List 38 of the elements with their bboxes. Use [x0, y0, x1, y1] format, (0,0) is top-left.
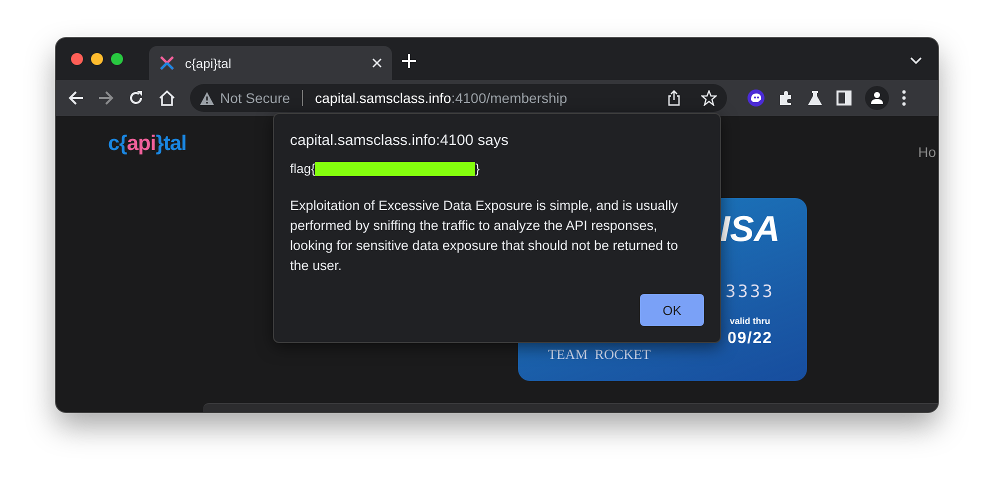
warning-icon	[200, 92, 214, 104]
plus-icon[interactable]	[402, 54, 416, 68]
ok-button[interactable]: OK	[640, 294, 704, 326]
cardholder-name: TEAM ROCKET	[548, 348, 652, 364]
url-text: capital.samsclass.info:4100/membership	[315, 90, 568, 106]
scrollbar[interactable]	[203, 403, 938, 412]
browser-tab[interactable]: c{api}tal	[149, 46, 392, 80]
sidebar-icon[interactable]	[836, 90, 852, 106]
back-icon[interactable]	[68, 90, 84, 106]
close-icon[interactable]	[372, 58, 382, 68]
share-icon[interactable]	[667, 90, 681, 106]
forward-icon[interactable]	[98, 90, 114, 106]
nav-link[interactable]: Ho	[918, 144, 936, 160]
flask-icon[interactable]	[807, 90, 823, 106]
menu-icon[interactable]	[902, 90, 906, 106]
logo[interactable]: c{api}tal	[108, 132, 186, 160]
person-icon	[870, 91, 884, 105]
security-label: Not Secure	[220, 90, 290, 106]
ghost-icon[interactable]	[747, 89, 765, 107]
dialog-message: Exploitation of Excessive Data Exposure is simple, and is usually performed by sniffing the traffic to analyze the API responses, looking for sensitive data exposure that should not be returned to the user.	[290, 197, 679, 275]
flag-suffix: }	[475, 161, 480, 176]
expiry-date: 09/22	[727, 330, 773, 348]
zoom-window-button[interactable]	[111, 53, 123, 65]
reload-icon[interactable]	[128, 90, 144, 106]
chevron-down-icon[interactable]	[910, 57, 922, 65]
flag-prefix: flag{	[290, 161, 316, 176]
star-icon[interactable]	[701, 90, 717, 106]
card-brand: ISA	[720, 208, 780, 250]
puzzle-icon[interactable]	[778, 90, 794, 106]
cross-icon	[159, 55, 175, 71]
home-icon[interactable]	[158, 90, 176, 106]
minimize-window-button[interactable]	[91, 53, 103, 65]
valid-thru-label: valid thru	[730, 316, 770, 326]
address-bar[interactable]: Not Secure capital.samsclass.info:4100/membership	[190, 84, 727, 112]
dialog-title: capital.samsclass.info:4100 says	[290, 132, 510, 149]
close-window-button[interactable]	[71, 53, 83, 65]
profile-button[interactable]	[865, 86, 889, 110]
card-number: 3333	[726, 282, 774, 302]
